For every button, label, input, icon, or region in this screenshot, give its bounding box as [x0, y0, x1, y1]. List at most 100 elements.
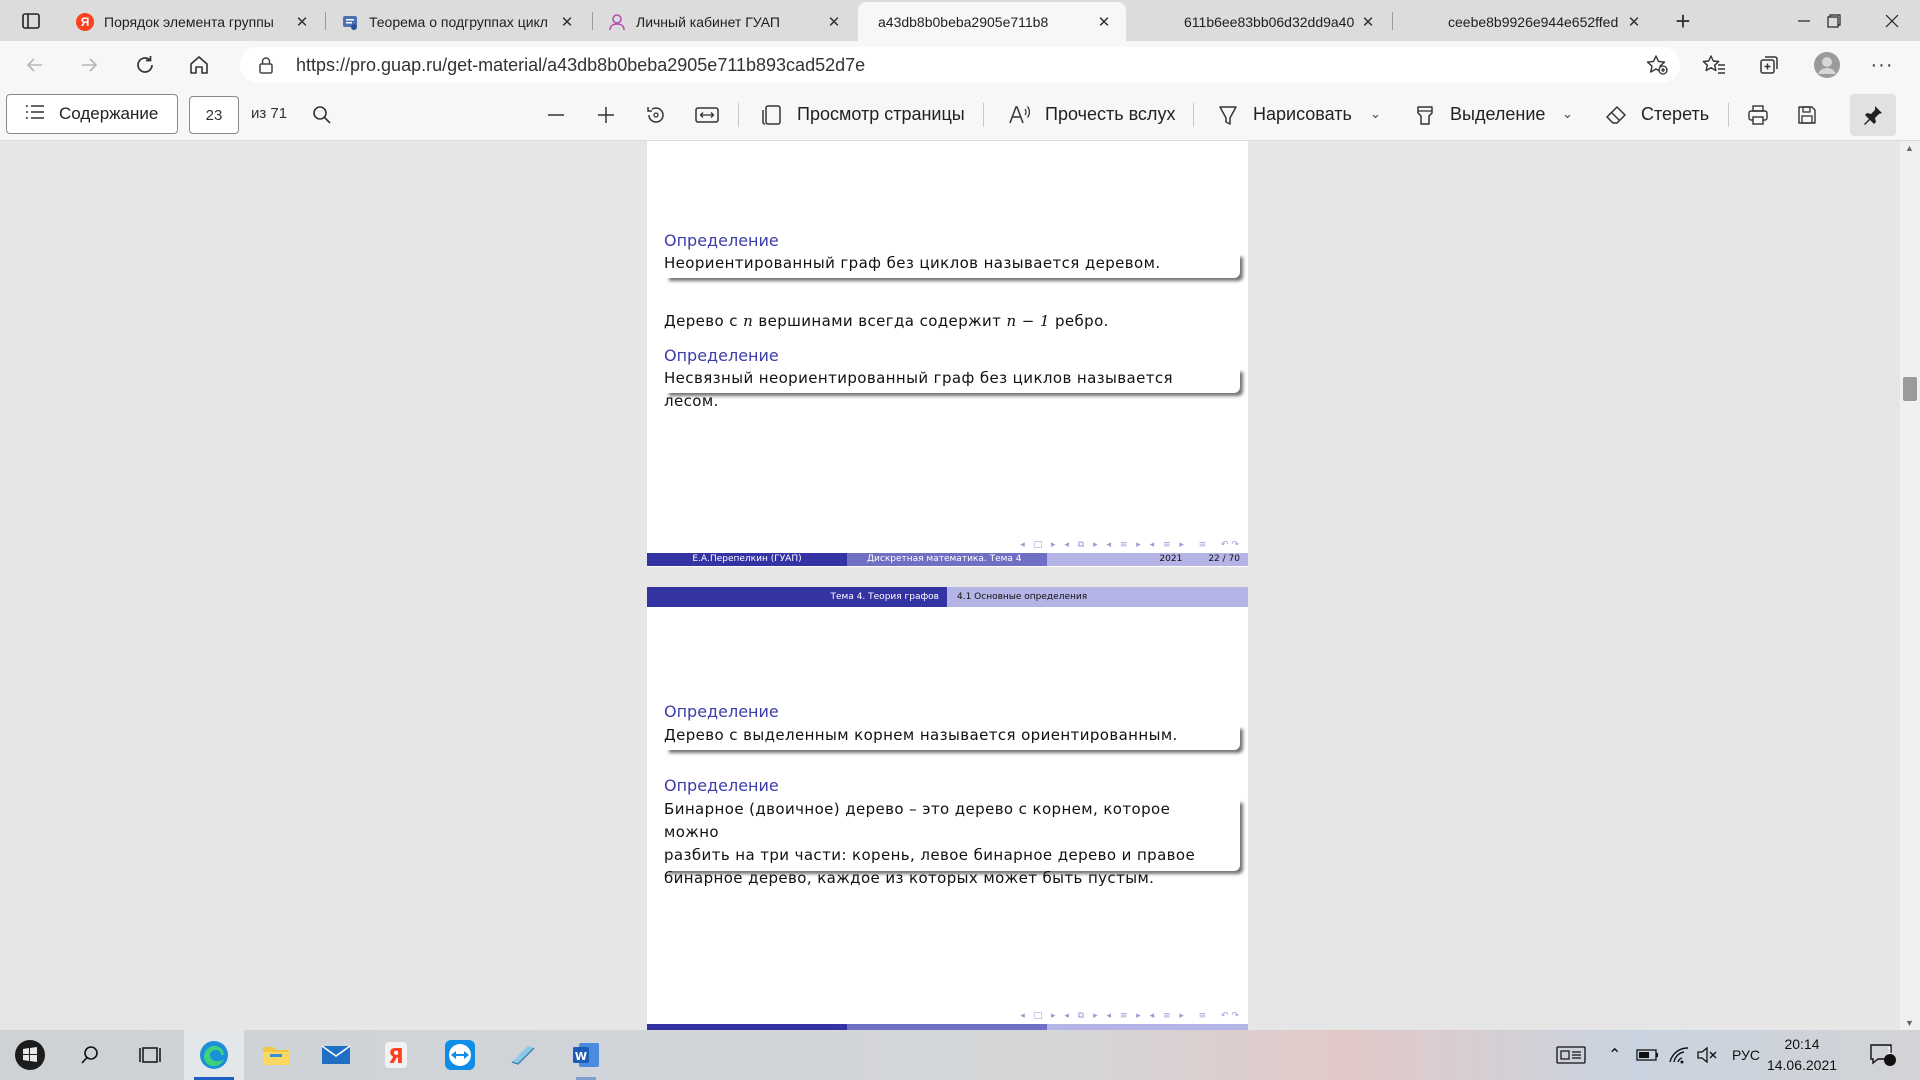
- close-icon[interactable]: ✕: [1358, 12, 1378, 32]
- page-number-input[interactable]: 23: [189, 96, 239, 134]
- toolbar-separator: [1728, 103, 1729, 127]
- address-bar[interactable]: https://pro.guap.ru/get-material/a43db8b…: [240, 47, 1680, 83]
- contents-button[interactable]: Содержание: [6, 94, 178, 134]
- profile-button[interactable]: [1810, 49, 1844, 81]
- favorites-icon: [1702, 55, 1725, 74]
- pdf-viewer[interactable]: Определение Неориентированный граф без ц…: [0, 141, 1920, 1030]
- close-icon[interactable]: ✕: [1624, 12, 1644, 32]
- math-expression: n − 1: [1006, 312, 1050, 330]
- zoom-out-button[interactable]: [542, 101, 570, 129]
- teamviewer-taskbar-app[interactable]: [430, 1030, 490, 1080]
- save-button[interactable]: [1793, 101, 1821, 129]
- document-icon: [341, 13, 359, 31]
- battery-icon[interactable]: [1636, 1030, 1660, 1080]
- lock-icon[interactable]: [256, 55, 276, 75]
- chevron-down-icon[interactable]: ⌄: [1370, 106, 1381, 122]
- word-taskbar-app[interactable]: W: [556, 1030, 616, 1080]
- read-aloud-button[interactable]: [1006, 101, 1034, 129]
- definition-text: Дерево с выделенным корнем называется ор…: [664, 726, 1178, 744]
- back-button[interactable]: [18, 49, 52, 81]
- scroll-down-arrow-icon[interactable]: ▼: [1905, 1018, 1914, 1028]
- read-aloud-label[interactable]: Прочесть вслух: [1045, 104, 1175, 125]
- vertical-scrollbar[interactable]: ▲ ▼: [1900, 141, 1920, 1030]
- home-button[interactable]: [182, 49, 216, 81]
- tab-title: Порядок элемента группы: [104, 13, 274, 30]
- slide-footer: Е.А.Перепелкин (ГУАП) Дискретная математ…: [647, 553, 1248, 566]
- tray-keyboard-icon[interactable]: [1556, 1030, 1586, 1080]
- scrollbar-thumb[interactable]: [1903, 377, 1917, 401]
- scroll-up-arrow-icon[interactable]: ▲: [1905, 143, 1914, 153]
- wifi-icon[interactable]: [1668, 1030, 1690, 1080]
- collections-icon: [1760, 56, 1778, 74]
- tab-4[interactable]: 611b6ee83bb06d32dd9a40 ✕: [1128, 2, 1390, 41]
- pdf-page-22: Определение Неориентированный граф без ц…: [647, 141, 1248, 567]
- notification-icon: [1870, 1044, 1896, 1066]
- yandex-browser-taskbar-app[interactable]: Я: [366, 1030, 426, 1080]
- definition-line: разбить на три части: корень, левое бина…: [664, 846, 1196, 864]
- notifications-button[interactable]: 1: [1868, 1030, 1898, 1080]
- highlight-label[interactable]: Выделение: [1450, 104, 1545, 125]
- volume-muted-icon[interactable]: [1696, 1030, 1718, 1080]
- rotate-button[interactable]: [642, 101, 670, 129]
- edge-taskbar-app[interactable]: [184, 1030, 244, 1080]
- page-view-button[interactable]: [758, 101, 786, 129]
- clock[interactable]: 20:14 14.06.2021: [1752, 1034, 1852, 1076]
- tab-actions-button[interactable]: [12, 8, 50, 34]
- new-tab-button[interactable]: +: [1665, 5, 1701, 37]
- close-icon[interactable]: ✕: [824, 12, 844, 32]
- file-explorer-taskbar-app[interactable]: [246, 1030, 306, 1080]
- draw-button[interactable]: [1214, 101, 1242, 129]
- tab-1[interactable]: Теорема о подгруппах цикл ✕: [327, 2, 589, 41]
- pdf-toolbar: Содержание 23 из 71 Просмотр страницы Пр…: [0, 89, 1920, 141]
- search-taskbar-button[interactable]: [60, 1030, 120, 1080]
- drawing-app-taskbar-app[interactable]: [493, 1030, 553, 1080]
- erase-label[interactable]: Стереть: [1641, 104, 1709, 125]
- user-icon: [608, 13, 626, 31]
- collections-button[interactable]: [1752, 49, 1786, 81]
- close-icon[interactable]: ✕: [557, 12, 577, 32]
- tab-2[interactable]: Личный кабинет ГУАП ✕: [594, 2, 856, 41]
- settings-menu-button[interactable]: ···: [1865, 49, 1899, 81]
- task-view-icon: [139, 1047, 161, 1063]
- draw-label[interactable]: Нарисовать: [1253, 104, 1352, 125]
- beamer-navigation-icons[interactable]: ◂ □ ▸ ◂ ⧉ ▸ ◂ ≡ ▸ ◂ ≡ ▸ ≡ ↶↷: [1020, 1011, 1242, 1021]
- header-section: 4.1 Основные определения: [947, 587, 1248, 607]
- task-view-button[interactable]: [120, 1030, 180, 1080]
- erase-button[interactable]: [1602, 101, 1630, 129]
- add-favorite-icon[interactable]: [1646, 54, 1668, 76]
- close-icon[interactable]: ✕: [1094, 12, 1114, 32]
- tab-5[interactable]: ceebe8b9926e944e652ffed ✕: [1394, 2, 1656, 41]
- restore-button[interactable]: [1806, 0, 1862, 41]
- tab-actions-icon: [22, 13, 40, 29]
- definition-text: Неориентированный граф без циклов называ…: [664, 254, 1161, 272]
- beamer-navigation-icons[interactable]: ◂ □ ▸ ◂ ⧉ ▸ ◂ ≡ ▸ ◂ ≡ ▸ ≡ ↶↷: [1020, 540, 1242, 550]
- print-button[interactable]: [1744, 101, 1772, 129]
- word-icon: W: [573, 1043, 599, 1067]
- rotate-icon: [647, 107, 664, 123]
- tab-separator: [325, 12, 326, 30]
- tab-3-active[interactable]: a43db8b0beba2905e711b8 ✕: [858, 2, 1126, 41]
- restore-icon: [1827, 13, 1841, 28]
- fit-width-button[interactable]: [693, 101, 721, 129]
- highlight-button[interactable]: [1411, 101, 1439, 129]
- chevron-up-icon[interactable]: ⌃: [1608, 1030, 1621, 1080]
- search-button[interactable]: [308, 101, 336, 129]
- pin-toolbar-button[interactable]: [1850, 94, 1896, 136]
- folder-icon: [263, 1047, 289, 1065]
- tab-title: a43db8b0beba2905e711b8: [878, 13, 1049, 30]
- tab-0[interactable]: Я Порядок элемента группы ✕: [62, 2, 324, 41]
- tab-title: Теорема о подгруппах цикл: [369, 13, 548, 30]
- refresh-button[interactable]: [128, 49, 162, 81]
- footer-author: Е.А.Перепелкин (ГУАП): [647, 553, 847, 566]
- yandex-icon: Я: [76, 12, 94, 31]
- page-view-label[interactable]: Просмотр страницы: [797, 104, 965, 125]
- mail-taskbar-app[interactable]: [306, 1030, 366, 1080]
- start-button[interactable]: [0, 1030, 60, 1080]
- chevron-down-icon[interactable]: ⌄: [1562, 106, 1573, 122]
- close-icon[interactable]: ✕: [292, 12, 312, 32]
- zoom-in-button[interactable]: [592, 101, 620, 129]
- close-window-button[interactable]: [1864, 0, 1920, 41]
- edge-icon: [200, 1041, 228, 1069]
- forward-button[interactable]: [72, 49, 106, 81]
- favorites-button[interactable]: [1697, 49, 1731, 81]
